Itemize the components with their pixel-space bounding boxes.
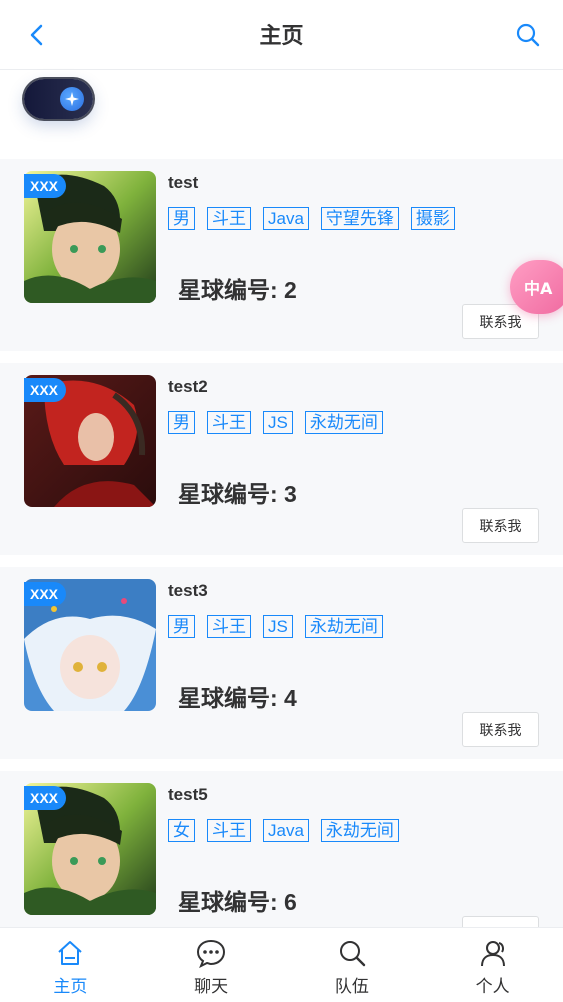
badge: XXX [24, 378, 67, 402]
planet-number: 星球编号: 6 [178, 889, 297, 915]
tag-list: 男 斗王 JS 永劫无间 [168, 615, 383, 638]
tag: Java [263, 819, 309, 842]
tab-bar: 主页 聊天 队伍 个人 [0, 927, 563, 1002]
tag: 男 [168, 411, 195, 434]
username: test5 [168, 785, 208, 804]
tag: JS [263, 615, 293, 638]
tab-profile[interactable]: 个人 [422, 928, 563, 1002]
tag: 永劫无间 [320, 819, 399, 842]
tag: 斗王 [207, 819, 251, 842]
home-icon [58, 941, 83, 965]
tag: JS [263, 411, 293, 434]
user-card: XXX test 男 斗王 Java 守望先锋 摄影 星球编号: 2 联系我 [0, 159, 563, 351]
tab-home[interactable]: 主页 [0, 928, 141, 1002]
tag: 男 [168, 615, 195, 638]
tag: 永劫无间 [304, 411, 383, 434]
contact-button[interactable]: 联系我 [462, 712, 539, 747]
tab-label: 队伍 [334, 977, 369, 997]
badge: XXX [24, 582, 67, 606]
badge: XXX [24, 174, 67, 198]
tab-label: 主页 [53, 977, 88, 997]
badge: XXX [24, 786, 67, 810]
tab-label: 个人 [475, 977, 510, 997]
translate-icon: 中A [524, 279, 553, 298]
planet-number: 星球编号: 3 [178, 481, 297, 507]
tab-label: 聊天 [194, 977, 229, 997]
tag: 女 [168, 819, 195, 842]
tag-list: 女 斗王 Java 永劫无间 [168, 819, 399, 842]
theme-toggle[interactable] [24, 79, 93, 119]
chat-icon [197, 939, 226, 968]
user-card: XXX test3 男 斗王 JS 永劫无间 星球编号: 4 联系我 [0, 567, 563, 759]
contact-button[interactable]: 联系我 [462, 508, 539, 543]
tag: 守望先锋 [320, 207, 399, 230]
tag: 摄影 [410, 207, 455, 230]
nav-bar: 主页 [0, 0, 563, 70]
username: test2 [168, 377, 208, 396]
translate-button[interactable]: 中A [510, 260, 563, 314]
tag: 斗王 [207, 411, 251, 434]
user-card: XXX test2 男 斗王 JS 永劫无间 星球编号: 3 联系我 [0, 363, 563, 555]
tab-chat[interactable]: 聊天 [141, 928, 282, 1002]
planet-number: 星球编号: 4 [178, 685, 297, 711]
tag-list: 男 斗王 JS 永劫无间 [168, 411, 383, 434]
sparkle-icon [60, 87, 84, 111]
search-icon [339, 941, 366, 967]
username: test [168, 173, 199, 192]
user-icon [480, 941, 505, 967]
search-button[interactable] [513, 20, 543, 50]
tag: 斗王 [207, 615, 251, 638]
planet-number: 星球编号: 2 [178, 277, 297, 303]
tag: 斗王 [207, 207, 251, 230]
tag: 男 [168, 207, 195, 230]
tab-team[interactable]: 队伍 [282, 928, 423, 1002]
tag-list: 男 斗王 Java 守望先锋 摄影 [168, 207, 455, 230]
username: test3 [168, 581, 208, 600]
tag: 永劫无间 [304, 615, 383, 638]
search-icon [516, 23, 540, 47]
tag: Java [263, 207, 309, 230]
page-title: 主页 [259, 24, 304, 49]
